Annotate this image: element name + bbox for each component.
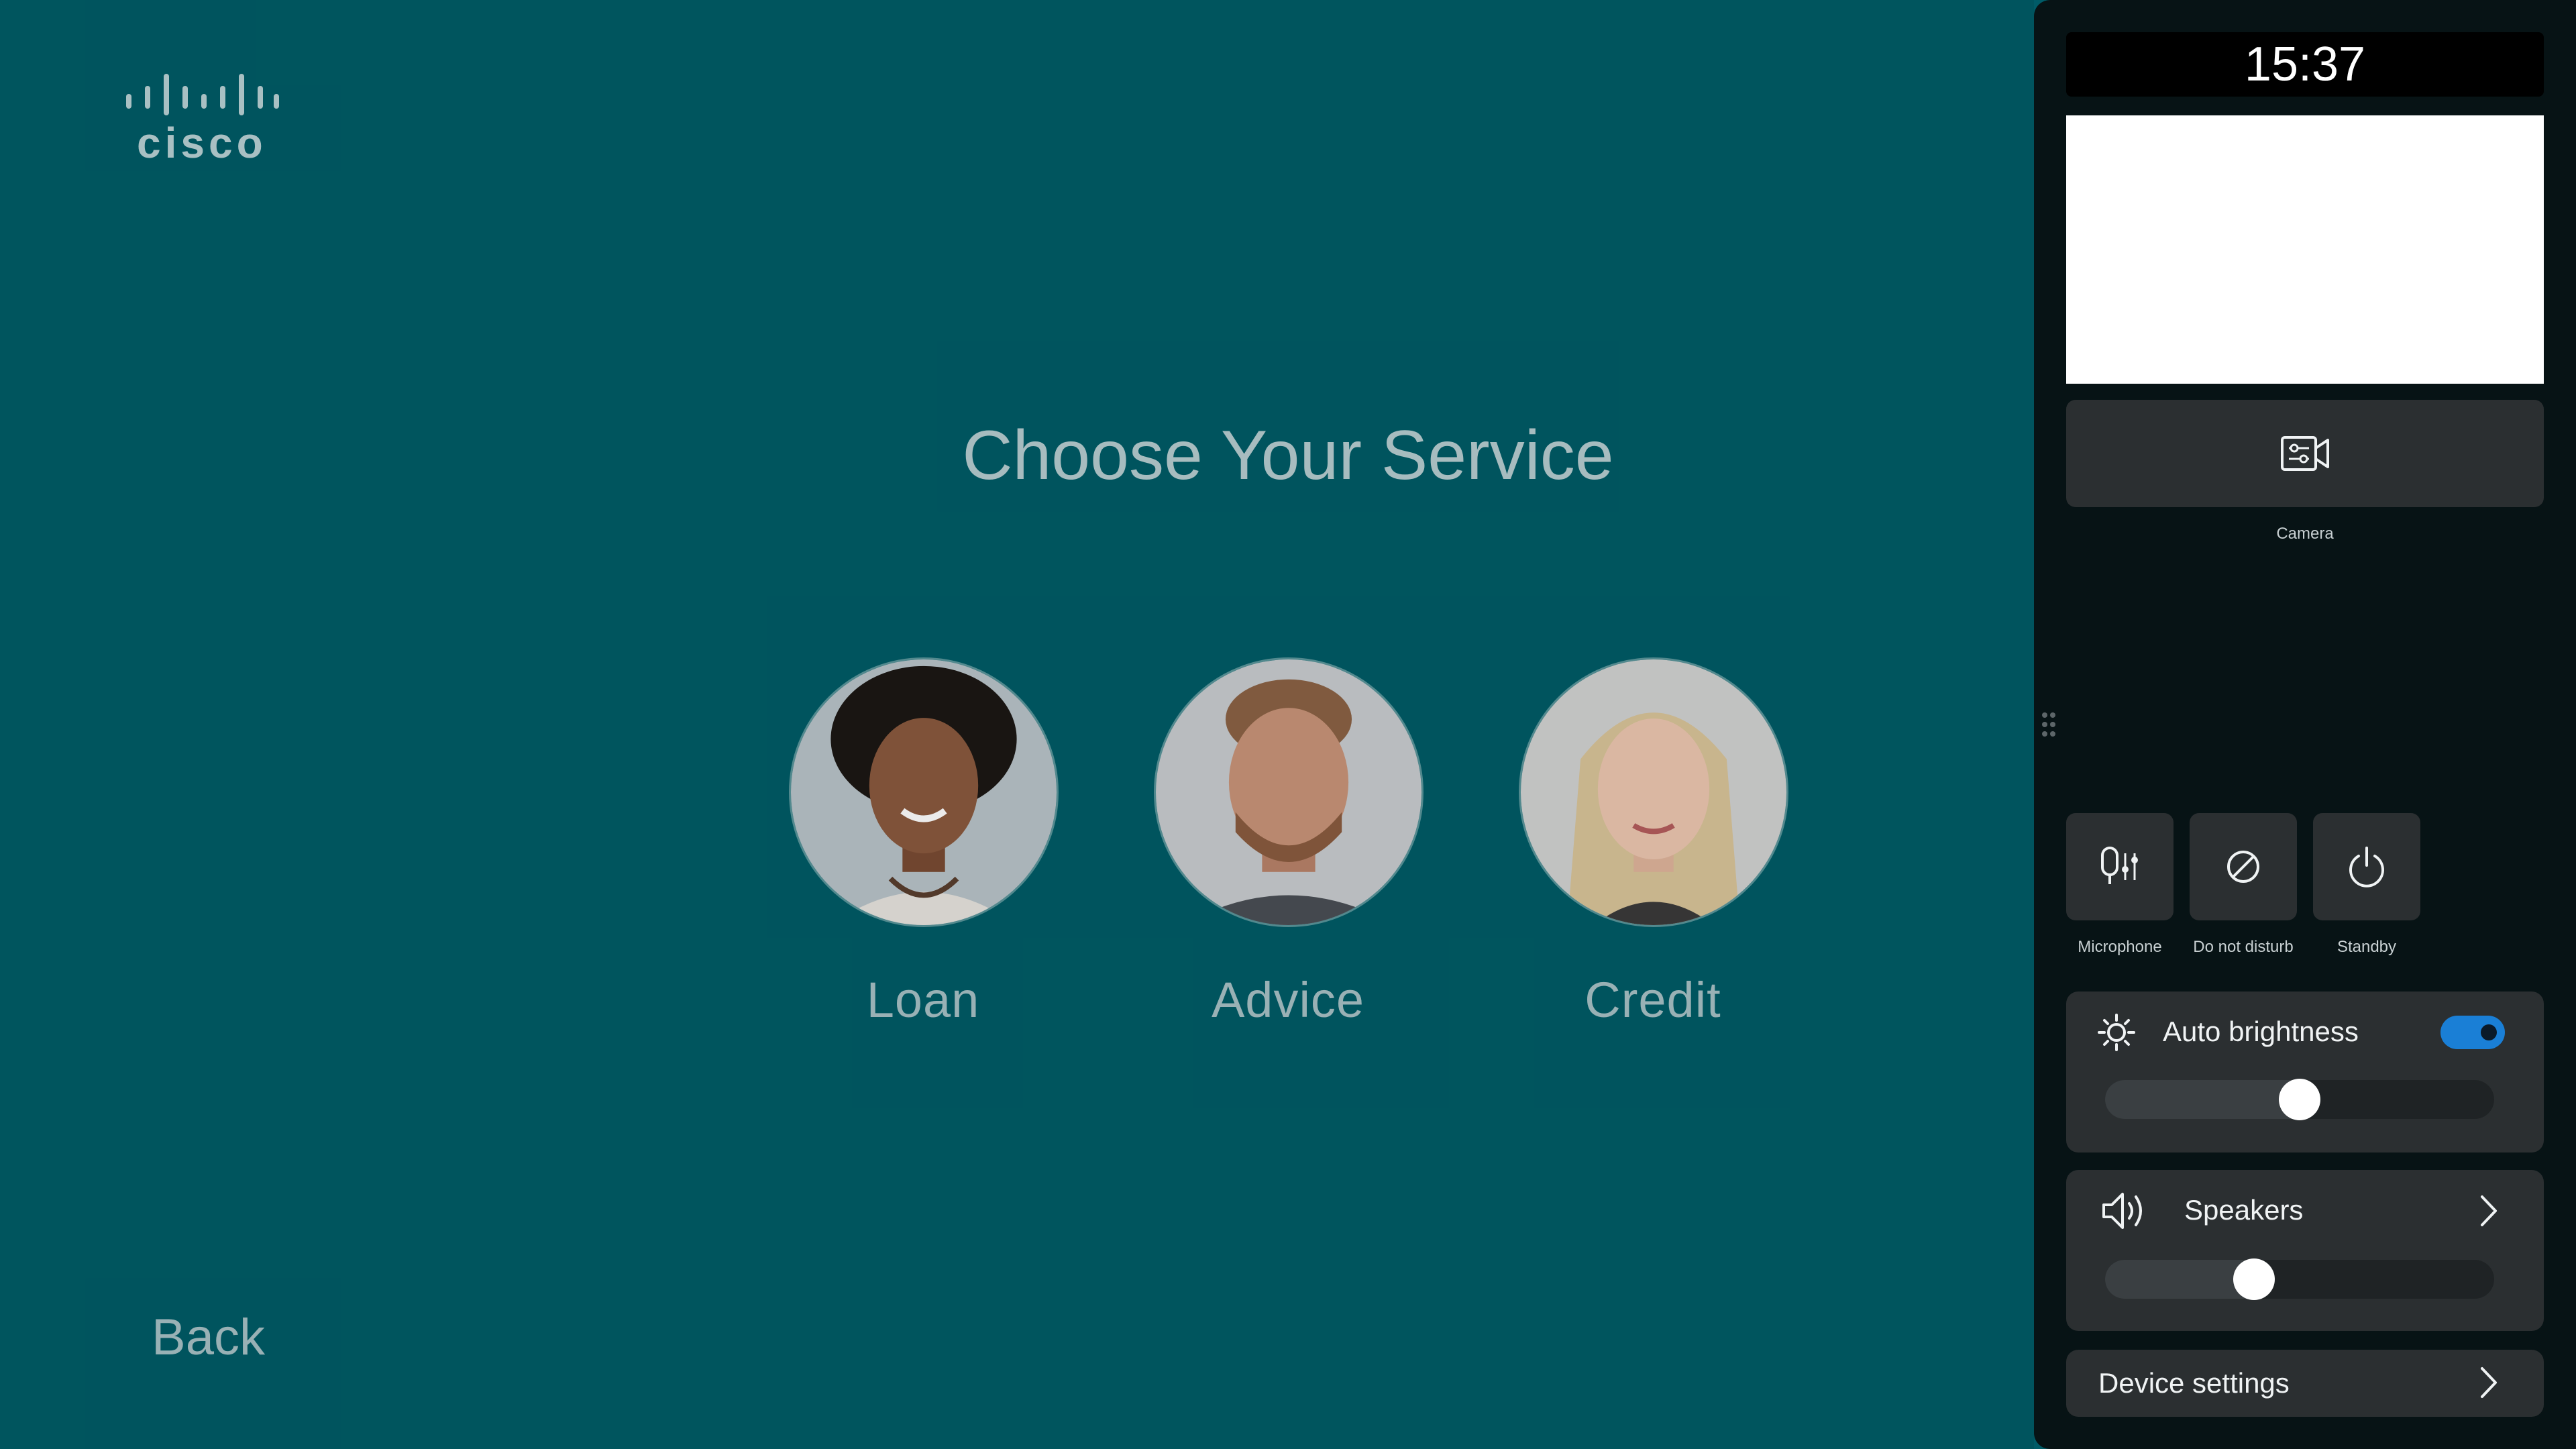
speakers-slider-fill bbox=[2105, 1260, 2254, 1299]
speakers-label: Speakers bbox=[2184, 1194, 2304, 1226]
power-icon bbox=[2349, 847, 2384, 888]
microphone-icon bbox=[2101, 847, 2138, 884]
avatar-advice[interactable] bbox=[1154, 657, 1424, 927]
avatar-credit[interactable] bbox=[1519, 657, 1788, 927]
do-not-disturb-label: Do not disturb bbox=[2193, 938, 2294, 956]
brightness-card: Auto brightness bbox=[2066, 991, 2544, 1152]
cisco-logo: cisco bbox=[125, 74, 279, 167]
main-area: cisco Choose Your Service Loan Advice Cr… bbox=[0, 0, 2034, 1449]
speakers-volume-slider[interactable] bbox=[2105, 1258, 2494, 1300]
person-photo-icon bbox=[1156, 659, 1421, 925]
drag-handle-icon[interactable] bbox=[2041, 711, 2057, 738]
service-loan[interactable]: Loan bbox=[789, 657, 1059, 1028]
cisco-bars-icon bbox=[126, 74, 279, 115]
service-label-credit: Credit bbox=[1585, 972, 1721, 1028]
person-photo-icon bbox=[1521, 659, 1786, 925]
standby-button[interactable] bbox=[2313, 813, 2420, 920]
do-not-disturb-button[interactable] bbox=[2190, 813, 2297, 920]
back-button[interactable]: Back bbox=[152, 1308, 265, 1366]
avatar-loan[interactable] bbox=[789, 657, 1059, 927]
toggle-knob bbox=[2481, 1024, 2497, 1040]
speakers-slider-thumb[interactable] bbox=[2233, 1258, 2275, 1300]
service-label-advice: Advice bbox=[1211, 972, 1365, 1028]
auto-brightness-label: Auto brightness bbox=[2163, 1016, 2359, 1047]
camera-icon bbox=[2281, 436, 2329, 471]
camera-label: Camera bbox=[2276, 525, 2334, 543]
auto-brightness-toggle[interactable] bbox=[2440, 1016, 2505, 1049]
device-settings-button[interactable]: Device settings bbox=[2066, 1350, 2544, 1417]
service-credit[interactable]: Credit bbox=[1519, 657, 1788, 1028]
microphone-label: Microphone bbox=[2078, 938, 2162, 956]
brightness-slider[interactable] bbox=[2105, 1079, 2494, 1120]
self-view-preview[interactable] bbox=[2066, 115, 2544, 384]
logo-wordmark: cisco bbox=[137, 119, 267, 167]
speakers-card: Speakers bbox=[2066, 1170, 2544, 1331]
device-settings-label: Device settings bbox=[2098, 1367, 2290, 1399]
do-not-disturb-icon bbox=[2227, 851, 2259, 883]
chevron-right-icon[interactable] bbox=[2475, 1193, 2502, 1229]
control-panel: 15:37 Camera Microphone Do not disturb S… bbox=[2034, 0, 2576, 1449]
chevron-right-icon bbox=[2481, 1367, 2497, 1398]
brightness-slider-fill bbox=[2105, 1080, 2300, 1119]
camera-button[interactable] bbox=[2066, 400, 2544, 507]
microphone-button[interactable] bbox=[2066, 813, 2174, 920]
brightness-icon bbox=[2098, 1014, 2135, 1051]
clock: 15:37 bbox=[2066, 32, 2544, 97]
speaker-icon bbox=[2102, 1193, 2142, 1229]
person-photo-icon bbox=[791, 659, 1057, 925]
service-label-loan: Loan bbox=[866, 972, 980, 1028]
standby-label: Standby bbox=[2337, 938, 2397, 956]
brightness-slider-thumb[interactable] bbox=[2279, 1079, 2320, 1120]
service-advice[interactable]: Advice bbox=[1154, 657, 1424, 1028]
